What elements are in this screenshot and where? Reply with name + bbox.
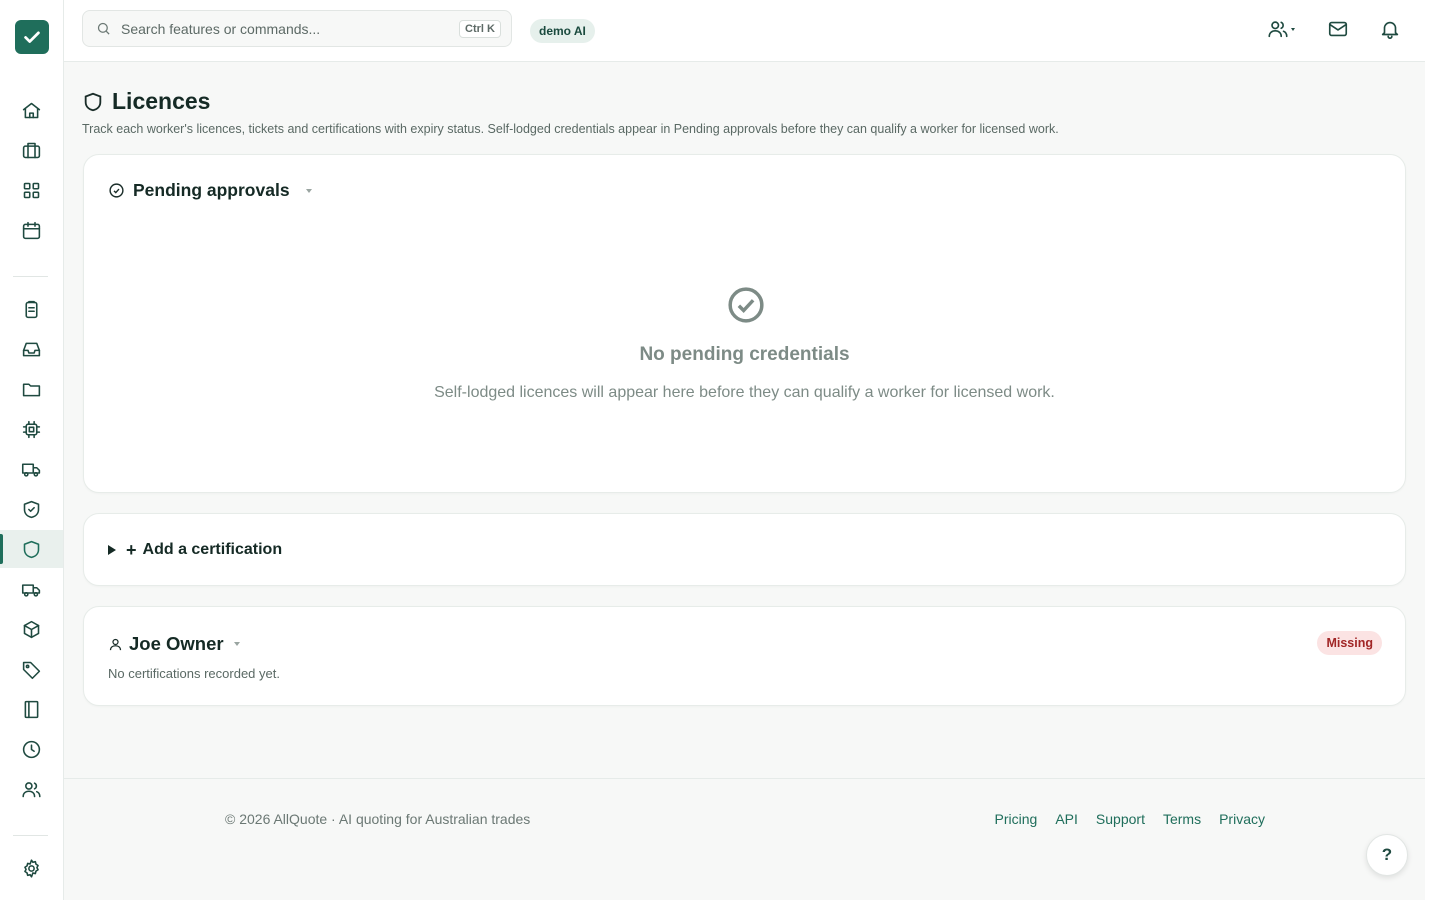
sidebar-item-quotes[interactable]: [0, 290, 63, 328]
briefcase-icon: [22, 142, 41, 158]
sidebar-divider: [13, 835, 48, 836]
gear-icon: [24, 858, 39, 878]
sidebar-item-timesheets[interactable]: [0, 730, 63, 768]
chevron-down-icon: [1291, 27, 1295, 31]
help-button[interactable]: ?: [1366, 834, 1408, 876]
footer-links: Pricing API Support Terms Privacy: [995, 811, 1265, 827]
shield-check-icon: [23, 500, 40, 518]
pending-approvals-title: Pending approvals: [133, 180, 290, 200]
home-icon: [22, 102, 41, 118]
empty-state-title: No pending credentials: [639, 344, 850, 365]
footer-link-terms[interactable]: Terms: [1163, 811, 1201, 827]
messages-button[interactable]: [1327, 18, 1349, 40]
sidebar-item-apps[interactable]: [0, 171, 63, 209]
check-circle-icon: [727, 286, 765, 324]
bell-icon: [1381, 21, 1399, 39]
box-icon: [23, 620, 40, 638]
sidebar-item-licences[interactable]: [0, 530, 63, 568]
pending-approvals-toggle[interactable]: Pending approvals: [108, 180, 312, 201]
add-certification-toggle[interactable]: + Add a certification: [108, 541, 282, 559]
search-shortcut-hint: Ctrl K: [459, 19, 501, 38]
search-placeholder: Search features or commands...: [121, 20, 321, 37]
clipboard-icon: [25, 300, 38, 318]
van-icon: [21, 583, 41, 597]
top-bar: Search features or commands... Ctrl K de…: [64, 0, 1425, 62]
book-icon: [24, 700, 39, 718]
footer-link-privacy[interactable]: Privacy: [1219, 811, 1265, 827]
sidebar-item-home[interactable]: [0, 91, 63, 129]
shield-icon: [84, 92, 102, 111]
sidebar-item-calendar[interactable]: [0, 211, 63, 249]
tag-icon: [22, 661, 41, 679]
chevron-down-icon: [305, 188, 312, 193]
inbox-icon: [22, 342, 41, 356]
user-icon: [109, 638, 122, 650]
sidebar-item-jobs[interactable]: [0, 131, 63, 169]
mail-icon: [1328, 21, 1348, 37]
app-logo[interactable]: [15, 20, 49, 54]
footer-copyright: © 2026 AllQuote · AI quoting for Austral…: [225, 811, 531, 827]
page-title-text: Licences: [112, 88, 211, 114]
sidebar-divider: [13, 276, 48, 277]
page-title: Licences: [82, 88, 210, 115]
worker-card: Joe Owner No certifications recorded yet…: [83, 606, 1406, 706]
chip-icon: [22, 420, 41, 438]
sidebar-item-compliance[interactable]: [0, 490, 63, 528]
worker-name: Joe Owner: [129, 633, 224, 654]
users-icon: [22, 781, 41, 797]
footer-divider: [64, 778, 1425, 779]
notifications-button[interactable]: [1379, 18, 1401, 40]
worker-empty-note: No certifications recorded yet.: [108, 666, 280, 681]
footer-link-support[interactable]: Support: [1096, 811, 1145, 827]
sidebar-item-ai[interactable]: [0, 410, 63, 448]
chevron-down-icon: [233, 642, 240, 646]
pending-approvals-card: Pending approvals No pending credentials…: [83, 154, 1406, 493]
sidebar-item-fleet[interactable]: [0, 570, 63, 608]
footer-link-pricing[interactable]: Pricing: [995, 811, 1038, 827]
empty-state-description: Self-lodged licences will appear here be…: [434, 384, 1055, 401]
status-badge: Missing: [1317, 631, 1382, 655]
sidebar: [0, 0, 64, 900]
sidebar-item-ledger[interactable]: [0, 690, 63, 728]
truck-icon: [21, 462, 41, 477]
plus-icon: +: [126, 540, 137, 560]
sidebar-item-settings[interactable]: [0, 849, 63, 887]
scrollbar[interactable]: [1425, 0, 1440, 900]
search-icon: [97, 22, 110, 35]
org-badge[interactable]: demo AI: [530, 19, 595, 43]
check-icon: [24, 31, 40, 43]
grid-icon: [23, 182, 40, 198]
sidebar-item-files[interactable]: [0, 370, 63, 408]
page-subtitle: Track each worker's licences, tickets an…: [82, 122, 1059, 136]
footer-link-api[interactable]: API: [1055, 811, 1078, 827]
worker-toggle[interactable]: Joe Owner: [108, 633, 240, 655]
clock-icon: [22, 740, 41, 758]
check-circle-icon: [109, 183, 124, 198]
shield-icon: [23, 540, 40, 558]
sidebar-item-pricing[interactable]: [0, 650, 63, 688]
calendar-icon: [22, 221, 41, 239]
add-certification-label: Add a certification: [142, 541, 283, 558]
folder-icon: [22, 382, 41, 396]
disclosure-triangle-icon: [108, 545, 116, 555]
sidebar-item-inventory[interactable]: [0, 610, 63, 648]
sidebar-item-deliveries[interactable]: [0, 450, 63, 488]
add-certification-card: + Add a certification: [83, 513, 1406, 586]
sidebar-item-inbox[interactable]: [0, 330, 63, 368]
team-switcher[interactable]: [1267, 18, 1295, 40]
users-icon: [1268, 21, 1288, 38]
sidebar-item-team[interactable]: [0, 770, 63, 808]
search-input[interactable]: Search features or commands... Ctrl K: [82, 10, 512, 47]
